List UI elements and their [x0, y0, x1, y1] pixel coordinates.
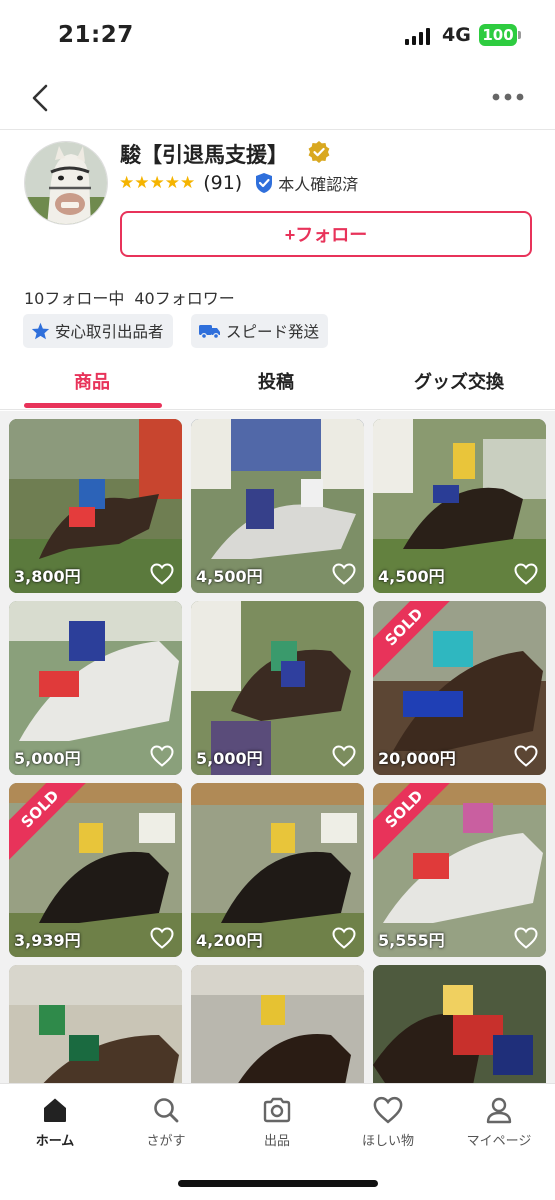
top-nav: [0, 72, 555, 130]
search-icon: [154, 1098, 179, 1123]
nav-wishlist-label: ほしい物: [361, 1134, 414, 1149]
home-icon: [44, 1098, 66, 1122]
product-grid: 3,800円 4,500円 4,500円 5,000円 5,000円 SOLD …: [0, 411, 555, 1083]
id-verified-label: 本人確認済: [278, 175, 359, 194]
status-bar: 21:27 4G 100: [0, 0, 555, 72]
rating-stars: ★★★★★: [119, 173, 196, 193]
home-indicator: [178, 1180, 378, 1187]
status-time: 21:27: [58, 22, 134, 48]
product-price: 20,000円: [378, 749, 456, 768]
product-price: 4,200円: [196, 931, 263, 950]
product-card[interactable]: SOLD 20,000円: [373, 601, 546, 775]
nav-wishlist[interactable]: ほしい物: [338, 1096, 438, 1149]
product-card[interactable]: 4,500円: [191, 419, 364, 593]
product-card[interactable]: 4,500円: [373, 419, 546, 593]
tab-goods-exchange[interactable]: グッズ交換: [414, 368, 504, 394]
signal-icon: [405, 28, 430, 45]
heart-icon[interactable]: [332, 563, 356, 585]
star-icon: [31, 322, 50, 340]
product-card[interactable]: [191, 965, 364, 1083]
product-card[interactable]: SOLD 3,939円: [9, 783, 182, 957]
verified-shop-icon: [308, 141, 330, 163]
trusted-seller-label: 安心取引出品者: [55, 323, 164, 341]
camera-icon: [263, 1097, 291, 1123]
battery-icon: 100: [479, 24, 521, 46]
nav-mypage[interactable]: マイページ: [449, 1096, 549, 1149]
fast-shipping-label: スピード発送: [226, 323, 320, 341]
product-price: 3,939円: [14, 931, 81, 950]
nav-search-label: さがす: [146, 1134, 186, 1149]
product-card[interactable]: [9, 965, 182, 1083]
heart-icon[interactable]: [514, 927, 538, 949]
product-card[interactable]: [373, 965, 546, 1083]
profile-tabs: 商品 投稿 グッズ交換: [0, 352, 555, 410]
product-price: 3,800円: [14, 567, 81, 586]
heart-icon[interactable]: [150, 745, 174, 767]
product-card[interactable]: 3,800円: [9, 419, 182, 593]
network-label: 4G: [442, 24, 471, 46]
rating-row[interactable]: ★★★★★ (91) 本人確認済: [119, 170, 358, 196]
rating-count: (91): [203, 172, 243, 194]
product-price: 5,000円: [14, 749, 81, 768]
nav-search[interactable]: さがす: [116, 1096, 216, 1149]
active-tab-indicator: [24, 403, 162, 408]
trusted-seller-tag[interactable]: 安心取引出品者: [23, 314, 173, 348]
heart-icon[interactable]: [514, 563, 538, 585]
product-card[interactable]: 5,000円: [191, 601, 364, 775]
follow-button[interactable]: +フォロー: [120, 211, 532, 257]
tab-posts[interactable]: 投稿: [258, 368, 294, 394]
back-arrow-icon[interactable]: [26, 82, 58, 114]
product-photo: [191, 965, 364, 1083]
shield-check-icon: [256, 173, 273, 193]
product-price: 4,500円: [378, 567, 445, 586]
nav-sell[interactable]: 出品: [227, 1096, 327, 1149]
follow-stats: 10フォロー中 40フォロワー: [24, 285, 235, 309]
product-price: 4,500円: [196, 567, 263, 586]
heart-icon[interactable]: [332, 927, 356, 949]
id-verified-badge: 本人確認済: [254, 171, 358, 195]
heart-icon[interactable]: [514, 745, 538, 767]
more-options-icon[interactable]: [491, 84, 525, 110]
nav-sell-label: 出品: [263, 1134, 290, 1149]
nav-home-label: ホーム: [35, 1134, 75, 1149]
nav-mypage-label: マイページ: [466, 1134, 532, 1149]
heart-icon[interactable]: [150, 563, 174, 585]
truck-icon: [199, 325, 220, 339]
following-count[interactable]: 10フォロー中: [24, 289, 124, 308]
product-card[interactable]: 4,200円: [191, 783, 364, 957]
shop-name: 駿【引退馬支援】: [120, 143, 288, 167]
avatar[interactable]: [24, 141, 108, 225]
product-photo: [373, 965, 546, 1083]
product-price: 5,555円: [378, 931, 445, 950]
product-photo: [9, 965, 182, 1083]
tab-products[interactable]: 商品: [74, 368, 110, 394]
nav-home[interactable]: ホーム: [5, 1096, 105, 1149]
follower-count[interactable]: 40フォロワー: [134, 289, 234, 308]
product-card[interactable]: 5,000円: [9, 601, 182, 775]
heart-icon[interactable]: [332, 745, 356, 767]
heart-icon[interactable]: [150, 927, 174, 949]
fast-shipping-tag[interactable]: スピード発送: [191, 314, 329, 348]
product-card[interactable]: SOLD 5,555円: [373, 783, 546, 957]
product-price: 5,000円: [196, 749, 263, 768]
user-icon: [486, 1097, 512, 1124]
heart-icon: [373, 1096, 403, 1124]
